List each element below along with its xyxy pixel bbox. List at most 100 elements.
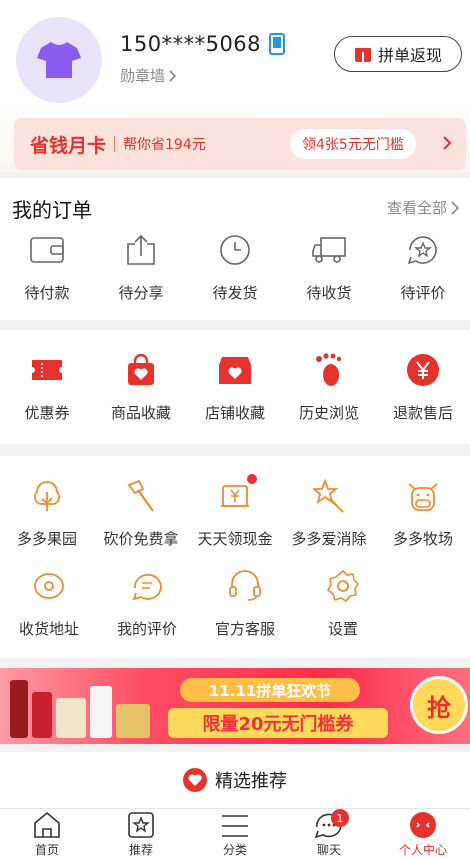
service-label: 多多牧场	[392, 530, 453, 548]
tab-label: 分类	[222, 843, 247, 857]
order-item-label: 待收货	[306, 284, 352, 302]
promo-banner[interactable]: 11.11拼单狂欢节 限量20元无门槛券 抢	[0, 668, 470, 744]
star-wand-icon	[313, 479, 344, 513]
grab-button[interactable]: 抢	[410, 676, 468, 734]
monthly-card-subtitle: 帮你省194元	[123, 137, 206, 153]
see-all-orders-link[interactable]: 查看全部	[387, 197, 460, 218]
customer-service-button[interactable]: 官方客服	[196, 568, 294, 639]
refund-aftersales-shortcut[interactable]: 退款售后	[376, 352, 470, 423]
shortcut-label: 商品收藏	[110, 404, 171, 422]
medal-wall-label: 勋章墙	[120, 67, 166, 85]
tab-recommend[interactable]: 推荐	[94, 809, 188, 860]
shortcuts-section: 优惠券 商品收藏 店铺收藏 历史浏览 退款售后	[0, 330, 470, 444]
chevron-right-icon	[443, 136, 452, 150]
bargain-free-button[interactable]: 砍价免费拿	[94, 478, 188, 549]
coupon-pill[interactable]: 领4张5元无门槛	[290, 129, 416, 159]
orders-section: 我的订单 查看全部 待付款 待分享 待发货 待收货 待评价	[0, 178, 470, 320]
order-pending-review[interactable]: 待评价	[376, 232, 470, 303]
product-image	[32, 692, 52, 738]
tab-label: 聊天	[316, 843, 341, 857]
shortcut-label: 店铺收藏	[204, 404, 265, 422]
tab-label: 首页	[34, 843, 59, 857]
service-label: 设置	[327, 620, 358, 638]
coupon-icon	[32, 360, 62, 380]
tree-icon	[33, 481, 61, 511]
chevron-right-icon	[451, 200, 460, 215]
settings-button[interactable]: 设置	[294, 568, 392, 639]
product-image	[90, 686, 112, 738]
services-row-2: 收货地址 我的评价 官方客服 设置	[0, 568, 470, 639]
heart-icon	[183, 768, 207, 792]
location-icon	[34, 573, 64, 599]
services-row-1: 多多果园 砍价免费拿 天天领现金 多多爱消除 多多牧场	[0, 474, 470, 549]
shortcut-label: 退款售后	[392, 404, 453, 422]
service-label: 多多爱消除	[291, 530, 367, 548]
recommend-header: 精选推荐	[0, 752, 470, 808]
product-image	[56, 698, 86, 738]
order-pending-payment[interactable]: 待付款	[0, 232, 94, 303]
product-image	[10, 680, 28, 738]
bag-heart-icon	[128, 354, 154, 385]
match-game-button[interactable]: 多多爱消除	[282, 478, 376, 549]
home-icon	[34, 811, 60, 838]
face-icon	[410, 812, 436, 838]
axe-icon	[127, 479, 154, 512]
service-label: 砍价免费拿	[103, 530, 179, 548]
footprint-icon	[316, 353, 342, 386]
tab-profile[interactable]: 个人中心	[376, 809, 470, 860]
gift-box-icon	[354, 48, 371, 62]
see-all-label: 查看全部	[386, 199, 447, 217]
bottom-tab-bar: 首页 推荐 分类 1 聊天 个人中心	[0, 808, 470, 860]
recommend-label: 精选推荐	[215, 771, 287, 792]
monthly-card-banner[interactable]: 省钱月卡 帮你省194元 领4张5元无门槛	[14, 118, 466, 170]
clock-icon	[220, 235, 250, 265]
gear-icon	[326, 569, 360, 603]
phone-device-icon[interactable]	[269, 33, 286, 55]
festival-title: 11.11拼单狂欢节	[180, 678, 360, 702]
store-favorites-shortcut[interactable]: 店铺收藏	[188, 352, 282, 423]
order-item-label: 待分享	[118, 284, 164, 302]
medal-wall-link[interactable]: 勋章墙	[120, 65, 177, 86]
avatar[interactable]	[16, 17, 102, 103]
shortcut-label: 优惠券	[24, 404, 70, 422]
headset-icon	[229, 570, 261, 601]
shipping-address-button[interactable]: 收货地址	[0, 568, 98, 639]
tab-home[interactable]: 首页	[0, 809, 94, 860]
comment-icon	[132, 574, 162, 601]
tab-category[interactable]: 分类	[188, 809, 282, 860]
product-image	[116, 704, 150, 738]
product-favorites-shortcut[interactable]: 商品收藏	[94, 352, 188, 423]
coupon-title: 限量20元无门槛券	[168, 708, 388, 738]
tshirt-icon	[37, 42, 81, 78]
my-reviews-button[interactable]: 我的评价	[98, 568, 196, 639]
star-box-icon	[128, 812, 154, 838]
order-pending-shipment[interactable]: 待发货	[188, 232, 282, 303]
divider	[114, 136, 116, 152]
service-label: 官方客服	[214, 620, 275, 638]
tab-label: 推荐	[128, 843, 153, 857]
browsing-history-shortcut[interactable]: 历史浏览	[282, 352, 376, 423]
phone-row: 150****5068	[120, 32, 286, 56]
daily-cash-button[interactable]: 天天领现金	[188, 474, 282, 549]
group-refund-button[interactable]: 拼单返现	[334, 36, 462, 72]
order-pending-share[interactable]: 待分享	[94, 232, 188, 303]
cash-icon	[221, 485, 249, 507]
tab-chat[interactable]: 1 聊天	[282, 809, 376, 860]
orders-grid: 待付款 待分享 待发货 待收货 待评价	[0, 232, 470, 303]
profile-header: 150****5068 勋章墙 拼单返现 省钱月卡 帮你省194元 领4张5元无…	[0, 0, 470, 172]
monthly-card-title: 省钱月卡	[30, 134, 107, 157]
review-icon	[407, 236, 437, 265]
service-label: 多多果园	[16, 530, 77, 548]
coupon-shortcut[interactable]: 优惠券	[0, 352, 94, 423]
truck-icon	[312, 237, 346, 263]
store-heart-icon	[219, 357, 251, 384]
orchard-game-button[interactable]: 多多果园	[0, 478, 94, 549]
shortcut-label: 历史浏览	[298, 404, 359, 422]
notification-dot	[247, 474, 257, 484]
order-item-label: 待评价	[400, 284, 446, 302]
ranch-game-button[interactable]: 多多牧场	[376, 478, 470, 549]
yen-icon	[407, 354, 439, 386]
order-pending-receipt[interactable]: 待收货	[282, 232, 376, 303]
shortcuts-grid: 优惠券 商品收藏 店铺收藏 历史浏览 退款售后	[0, 352, 470, 423]
list-icon	[222, 815, 248, 837]
